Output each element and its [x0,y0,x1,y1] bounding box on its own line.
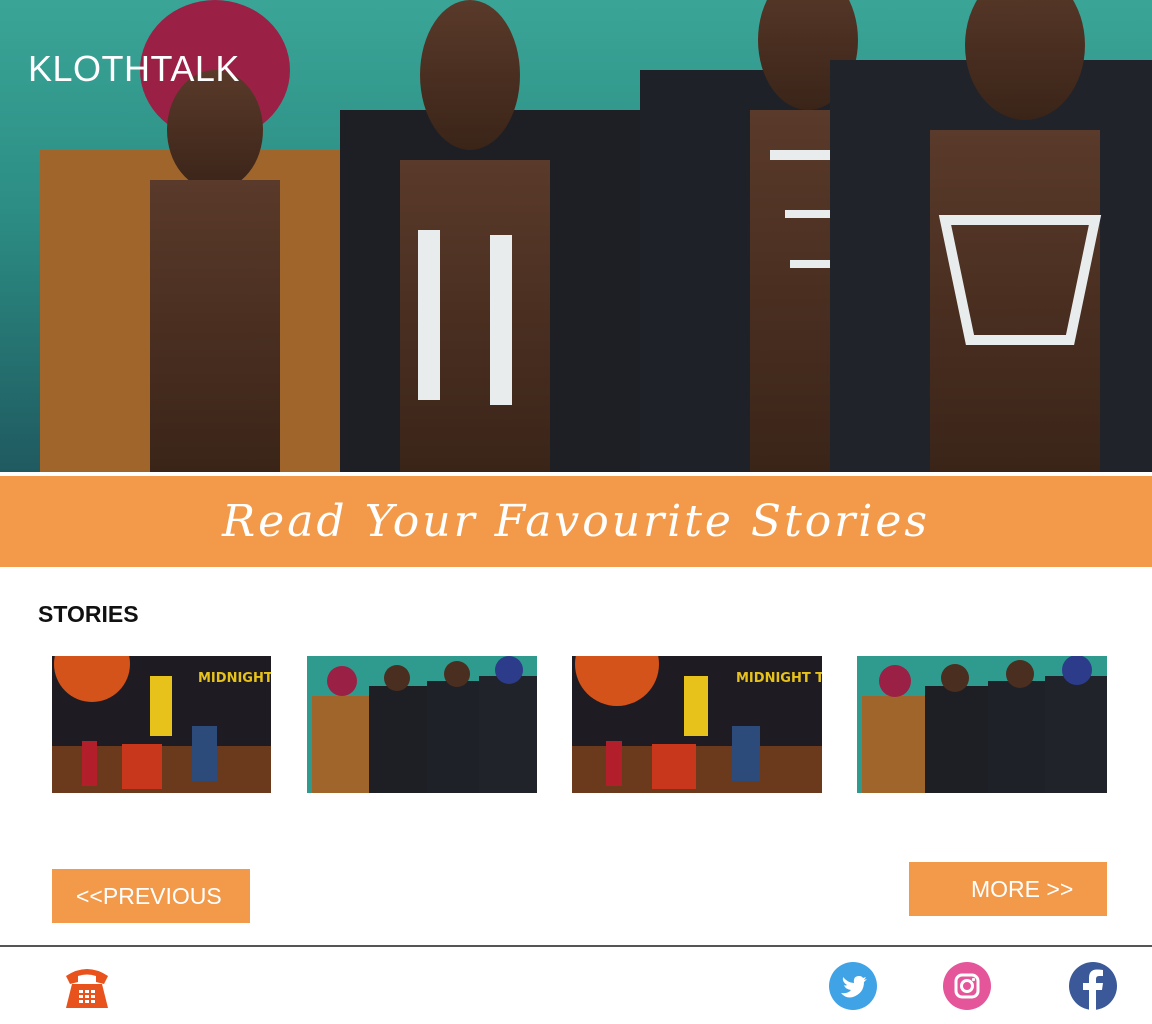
twitter-icon[interactable] [829,962,877,1010]
footer-divider [0,945,1152,947]
more-button[interactable]: MORE >> [909,862,1107,916]
story-card[interactable]: MIDNIGHT TRAIN [52,656,271,793]
previous-button[interactable]: <<PREVIOUS [52,869,250,923]
facebook-icon[interactable] [1069,962,1117,1010]
story-card[interactable]: MIDNIGHT TRAIN [572,656,822,793]
story-image-group [857,656,1107,793]
site-brand[interactable]: KLOTHTALK [28,48,240,90]
story-card[interactable] [307,656,537,793]
story-image-moon: MIDNIGHT TRAIN [572,656,822,793]
tagline-banner: Read Your Favourite Stories [0,476,1152,567]
story-caption: MIDNIGHT TRAIN [198,671,271,686]
instagram-icon[interactable] [943,962,991,1010]
story-card[interactable] [857,656,1107,793]
hero-banner: KLOTHTALK [0,0,1152,472]
story-image-group [307,656,537,793]
tagline-text: Read Your Favourite Stories [222,496,930,547]
story-caption: MIDNIGHT TRAIN [736,671,822,686]
stories-heading: STORIES [38,601,139,627]
story-image-moon: MIDNIGHT TRAIN [52,656,271,793]
phone-icon[interactable] [62,964,110,1012]
